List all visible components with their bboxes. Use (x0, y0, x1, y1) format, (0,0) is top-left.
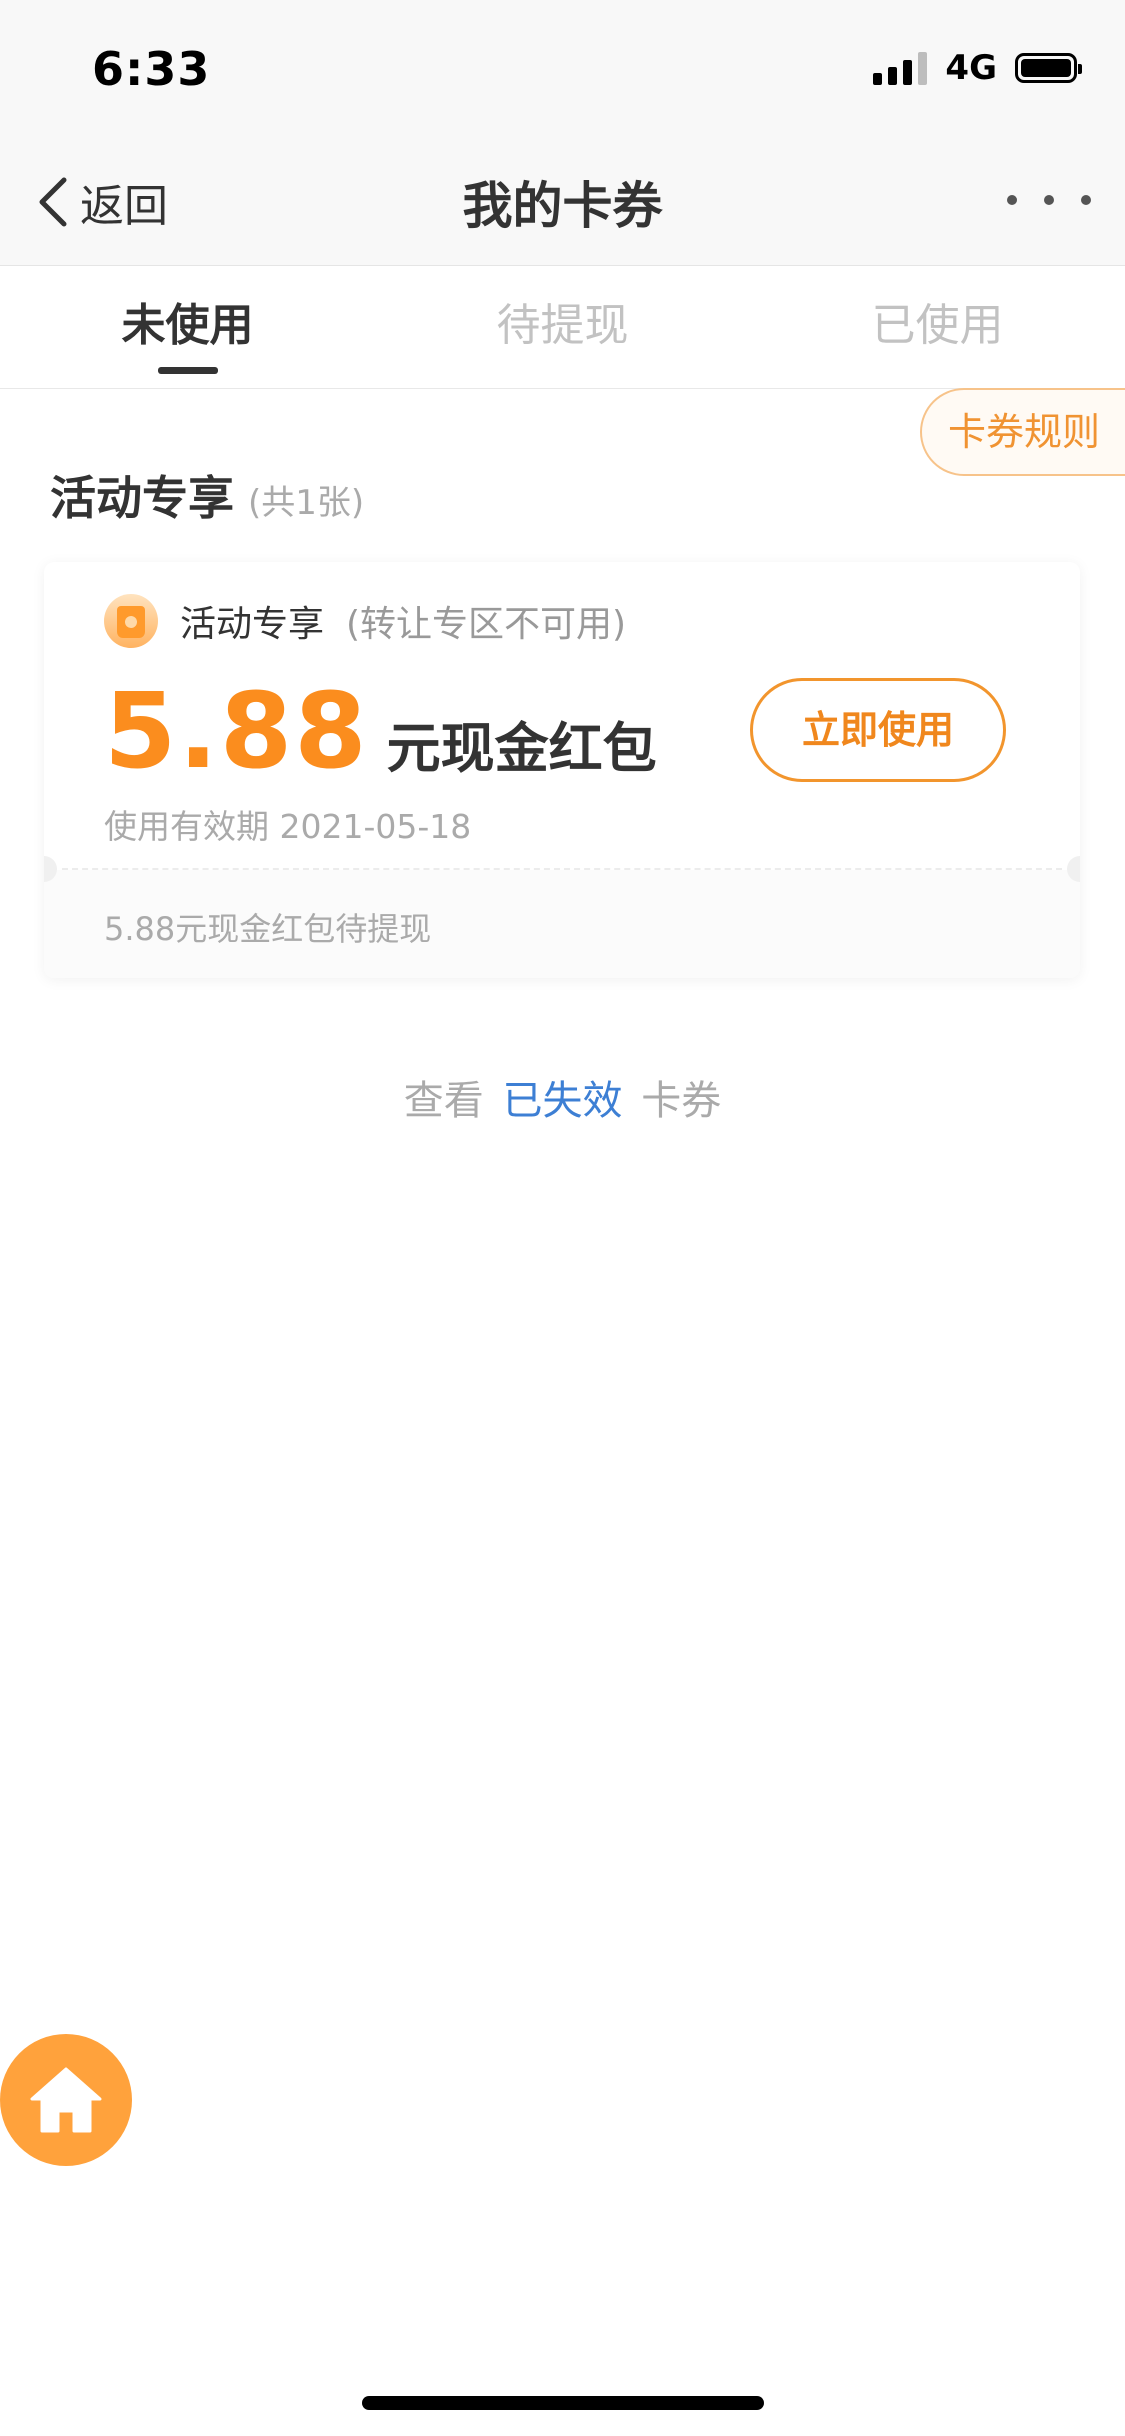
status-icons: 4G (873, 48, 1082, 88)
coupon-rules-button[interactable]: 卡券规则 (920, 388, 1125, 476)
expired-prefix: 查看 (403, 1078, 484, 1124)
tab-unused[interactable]: 未使用 (0, 266, 375, 388)
more-icon[interactable] (1007, 180, 1091, 220)
coupon-type: 活动专享 (180, 604, 325, 645)
tab-pending-withdrawal[interactable]: 待提现 (375, 266, 750, 388)
network-type: 4G (945, 48, 997, 88)
coupon-footer-text: 5.88元现金红包待提现 (104, 910, 432, 948)
signal-icon (873, 51, 928, 85)
page-title: 我的卡券 (462, 177, 663, 235)
use-now-button[interactable]: 立即使用 (750, 678, 1006, 782)
coupon-limit: (转让专区不可用) (346, 604, 627, 645)
perforation-divider (62, 868, 1062, 870)
nav-bar: 返回 我的卡券 (0, 140, 1125, 266)
coupon-footer: 5.88元现金红包待提现 (44, 870, 1080, 978)
coupon-card: 活动专享 (转让专区不可用) 5.88 元现金红包 立即使用 使用有效期 202… (44, 562, 1080, 978)
expired-coupons-row: 查看 已失效 卡券 (0, 1068, 1125, 1126)
section-title: 活动专享 (共1张) (50, 462, 364, 528)
status-time: 6:33 (92, 42, 211, 96)
expired-suffix: 卡券 (641, 1078, 722, 1124)
coupon-tabs: 未使用 待提现 已使用 (0, 266, 1125, 389)
coupon-validity: 使用有效期 2021-05-18 (104, 807, 472, 846)
coupon-amount-row: 5.88 元现金红包 (104, 670, 657, 792)
coupon-header: 活动专享 (转让专区不可用) (104, 594, 626, 648)
tab-used[interactable]: 已使用 (750, 266, 1125, 388)
home-button[interactable] (0, 2034, 132, 2166)
coupon-unit: 元现金红包 (386, 717, 657, 780)
section-count: (共1张) (248, 483, 365, 523)
battery-icon (1015, 53, 1082, 83)
expired-coupons-link[interactable]: 已失效 (497, 1078, 629, 1124)
coin-icon (104, 594, 158, 648)
coupon-amount: 5.88 (104, 670, 369, 792)
home-icon (30, 2067, 102, 2133)
home-indicator (362, 2396, 764, 2410)
section-name: 活动专享 (50, 471, 234, 525)
status-bar: 6:33 4G (0, 0, 1125, 140)
